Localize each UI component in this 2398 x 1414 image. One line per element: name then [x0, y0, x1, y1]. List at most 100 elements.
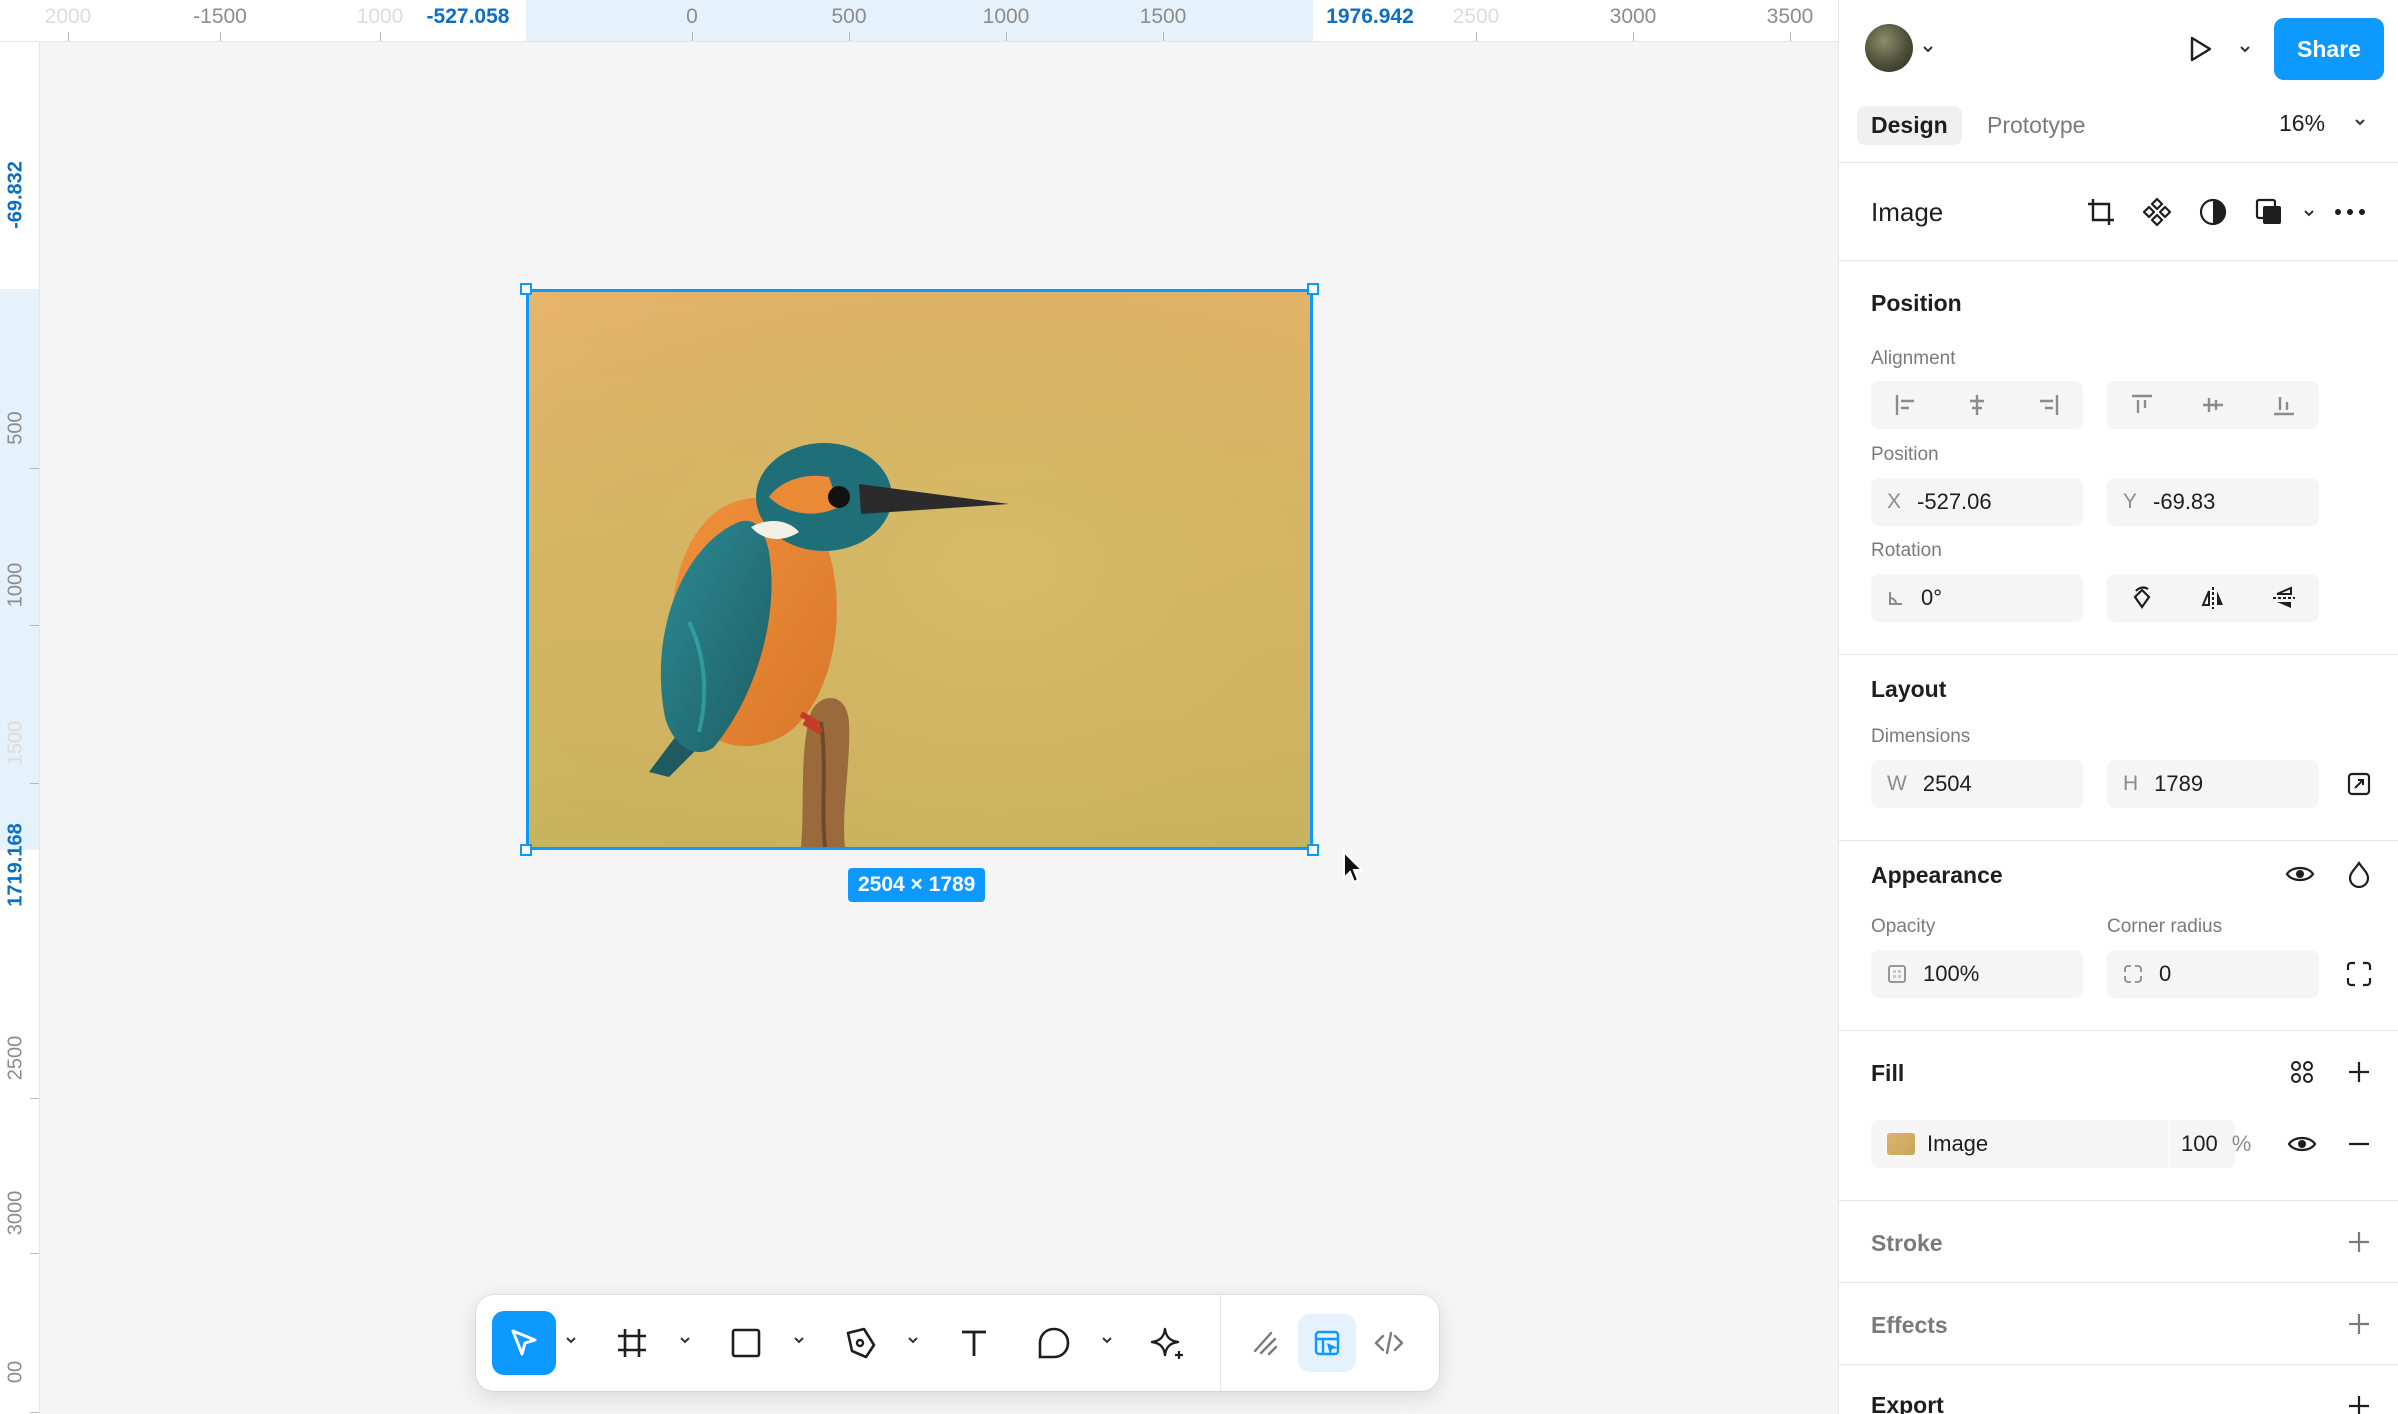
resize-handle-top-left[interactable] — [520, 283, 532, 295]
height-field[interactable]: H 1789 — [2107, 760, 2319, 808]
avatar[interactable] — [1865, 24, 1913, 72]
add-fill-button[interactable] — [2339, 1052, 2379, 1092]
ruler-tick — [1163, 32, 1164, 41]
appearance-section-title: Appearance — [1871, 862, 2003, 888]
chevron-down-icon[interactable] — [2353, 115, 2367, 129]
design-mode-icon — [1314, 1330, 1340, 1356]
align-bottom-button[interactable] — [2248, 381, 2319, 429]
plus-icon — [2349, 1232, 2369, 1252]
chevron-down-icon[interactable] — [1921, 42, 1935, 56]
chevron-down-icon[interactable] — [2238, 42, 2252, 56]
frame-tool-button[interactable] — [600, 1311, 664, 1375]
ruler-label: 3000 — [1609, 5, 1657, 28]
draw-mode-button[interactable] — [1236, 1314, 1294, 1372]
ruler-tick — [220, 32, 221, 41]
align-middle-button[interactable] — [2178, 381, 2249, 429]
chevron-down-icon[interactable] — [564, 1333, 578, 1347]
plus-icon — [2349, 1396, 2369, 1414]
divider — [1839, 1282, 2398, 1283]
dev-mode-button[interactable] — [1360, 1314, 1418, 1372]
visibility-toggle[interactable] — [2280, 854, 2320, 894]
fill-styles-button[interactable] — [2282, 1052, 2322, 1092]
ai-tool-button[interactable] — [1136, 1311, 1200, 1375]
eye-icon — [2285, 866, 2315, 882]
add-stroke-button[interactable] — [2339, 1222, 2379, 1262]
align-bottom-icon — [2273, 397, 2294, 416]
independent-corners-button[interactable] — [2339, 954, 2379, 994]
ruler-tick — [30, 1098, 39, 1099]
ruler-tick — [30, 783, 39, 784]
resize-handle-bottom-right[interactable] — [1307, 844, 1319, 856]
rotation-field[interactable]: 0° — [1871, 574, 2083, 622]
component-icon[interactable] — [2141, 196, 2173, 228]
chevron-down-icon[interactable] — [678, 1333, 692, 1347]
cursor-arrow-icon — [511, 1329, 537, 1356]
kingfisher-photo — [529, 292, 1310, 847]
y-value: -69.83 — [2153, 489, 2216, 514]
width-field[interactable]: W 2504 — [1871, 760, 2083, 808]
share-button[interactable]: Share — [2274, 18, 2384, 80]
shape-tool-button[interactable] — [714, 1311, 778, 1375]
align-left-button[interactable] — [1871, 381, 1942, 429]
effects-section-title: Effects — [1871, 1312, 1948, 1338]
align-top-button[interactable] — [2107, 381, 2178, 429]
selected-image-layer[interactable] — [526, 289, 1313, 850]
design-mode-button[interactable] — [1298, 1314, 1356, 1372]
align-center-h-button[interactable] — [1942, 381, 2013, 429]
more-options-icon[interactable] — [2333, 196, 2367, 228]
droplet-icon — [2348, 861, 2370, 888]
ruler-label: 2000 — [44, 5, 92, 28]
blend-mode-button[interactable] — [2339, 854, 2379, 894]
export-section-title: Export — [1871, 1392, 1944, 1414]
image-fill-swatch[interactable] — [1887, 1133, 1915, 1155]
layer-type-title: Image — [1871, 197, 1944, 227]
align-right-button[interactable] — [2012, 381, 2083, 429]
chevron-down-icon[interactable] — [792, 1333, 806, 1347]
mask-icon[interactable] — [2197, 196, 2229, 228]
play-icon[interactable] — [2185, 34, 2215, 64]
corner-radius-field[interactable]: 0 — [2107, 950, 2319, 998]
remove-fill-button[interactable] — [2339, 1124, 2379, 1164]
ruler-tick — [1476, 32, 1477, 41]
flip-vertical-icon — [2272, 586, 2295, 608]
crop-icon[interactable] — [2085, 196, 2117, 228]
ruler-label: 1000 — [356, 5, 404, 28]
corner-radius-label: Corner radius — [2107, 916, 2223, 937]
ruler-tick — [1633, 32, 1634, 41]
opacity-field[interactable]: 100% — [1871, 950, 2083, 998]
chevron-down-icon[interactable] — [2302, 206, 2316, 220]
fill-opacity-field[interactable]: 100 % — [2169, 1120, 2251, 1168]
x-position-field[interactable]: X -527.06 — [1871, 478, 2083, 526]
add-effect-button[interactable] — [2339, 1304, 2379, 1344]
rotate-90-button[interactable] — [2107, 574, 2178, 622]
move-tool-button[interactable] — [492, 1311, 556, 1375]
chevron-down-icon[interactable] — [906, 1333, 920, 1347]
y-position-field[interactable]: Y -69.83 — [2107, 478, 2319, 526]
independent-corners-icon — [2346, 961, 2372, 987]
resize-handle-top-right[interactable] — [1307, 283, 1319, 295]
text-tool-button[interactable] — [942, 1311, 1006, 1375]
flip-vertical-button[interactable] — [2248, 574, 2319, 622]
text-t-icon — [962, 1330, 986, 1356]
tab-prototype[interactable]: Prototype — [1973, 106, 2099, 145]
y-prefix: Y — [2123, 490, 2138, 513]
zoom-level[interactable]: 16% — [2279, 110, 2325, 137]
boolean-group-icon[interactable] — [2253, 196, 2285, 228]
x-prefix: X — [1887, 490, 1902, 513]
vertical-alignment-group — [2107, 381, 2319, 429]
dimension-badge: 2504 × 1789 — [848, 868, 986, 902]
tab-design[interactable]: Design — [1857, 106, 1962, 145]
ruler-label: 1500 — [1139, 5, 1187, 28]
stroke-section-title: Stroke — [1871, 1230, 1943, 1256]
align-center-vertical-icon — [2203, 398, 2223, 412]
rotation-value: 0° — [1921, 585, 1943, 610]
resize-handle-bottom-left[interactable] — [520, 844, 532, 856]
flip-horizontal-button[interactable] — [2178, 574, 2249, 622]
opacity-label: Opacity — [1871, 916, 1936, 937]
comment-tool-button[interactable] — [1022, 1311, 1086, 1375]
fill-visibility-toggle[interactable] — [2282, 1124, 2322, 1164]
constrain-proportions-button[interactable] — [2339, 764, 2379, 804]
add-export-button[interactable] — [2339, 1386, 2379, 1414]
pen-tool-button[interactable] — [828, 1311, 892, 1375]
chevron-down-icon[interactable] — [1100, 1333, 1114, 1347]
